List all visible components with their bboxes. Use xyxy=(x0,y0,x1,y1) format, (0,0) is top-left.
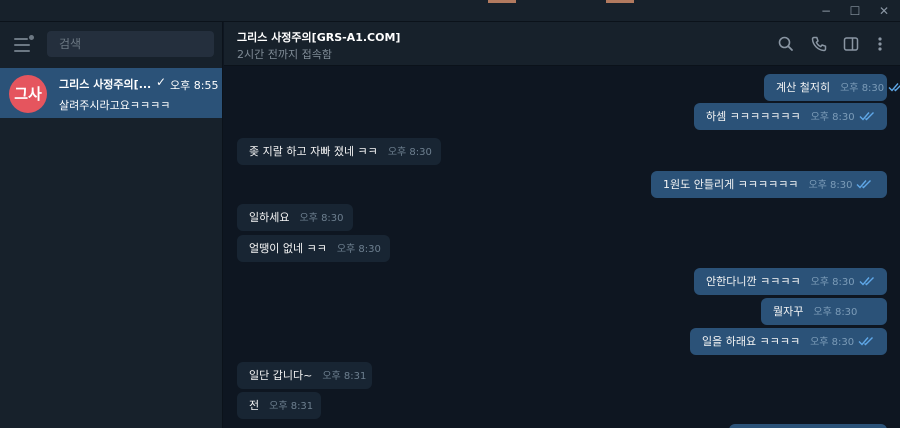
message-time: 오후 8:30 xyxy=(810,112,855,123)
read-receipt-icon xyxy=(856,180,872,189)
minimize-button[interactable]: − xyxy=(815,2,837,20)
message-text: 일하세요 xyxy=(249,211,290,224)
message-time: 오후 8:30 xyxy=(299,213,344,224)
message-time: 오후 8:30 xyxy=(336,244,381,255)
message-text: 일단 갑니다~ xyxy=(249,369,313,382)
message-text: 하셈 ㅋㅋㅋㅋㅋㅋㅋ xyxy=(706,110,801,123)
read-receipt-icon xyxy=(859,112,874,121)
read-receipt-icon xyxy=(858,337,874,346)
last-seen-status: 2시간 전까지 접속함 xyxy=(237,48,332,61)
message-bubble-outgoing[interactable]: 1원도 안틀리게 ㅋㅋㅋㅋㅋㅋ 오후 8:30 xyxy=(651,171,887,198)
message-time: 오후 8:30 xyxy=(808,180,853,191)
more-vertical-icon[interactable] xyxy=(870,34,890,54)
message-bubble-incoming[interactable]: 일단 갑니다~ 오후 8:31 xyxy=(237,362,372,389)
message-bubble-outgoing[interactable]: 일을 하래요 ㅋㅋㅋㅋ 오후 8:30 xyxy=(690,328,887,355)
message-time: 오후 8:30 xyxy=(810,337,855,348)
search-input[interactable] xyxy=(47,31,214,57)
message-bubble-incoming[interactable]: 전 오후 8:31 xyxy=(237,392,321,419)
window-title-bar: − ☐ ✕ xyxy=(0,0,900,22)
message-text: 뭘자꾸 xyxy=(773,305,804,318)
message-text: 계산 철저히 xyxy=(776,81,831,94)
title-bar-decoration xyxy=(488,0,634,3)
message-text: 1원도 안틀리게 ㅋㅋㅋㅋㅋㅋ xyxy=(663,178,799,191)
avatar: 그사 xyxy=(9,75,47,113)
message-text: 전 xyxy=(249,399,260,412)
sidebar-toggle-icon[interactable] xyxy=(841,34,861,54)
chat-title[interactable]: 그리스 사정주의[GRS-A1.COM] xyxy=(237,29,400,45)
message-bubble-outgoing[interactable]: 계산 철저히 오후 8:30 xyxy=(764,74,900,101)
message-time: 오후 8:30 xyxy=(387,147,432,158)
chat-time: 오후 8:55 xyxy=(170,79,219,92)
message-bubble-outgoing[interactable]: 하셈 ㅋㅋㅋㅋㅋㅋㅋ 오후 8:30 xyxy=(694,103,887,130)
chat-header: 그리스 사정주의[GRS-A1.COM] 2시간 전까지 접속함 xyxy=(224,22,900,66)
message-bubble-incoming[interactable]: 일하세요 오후 8:30 xyxy=(237,204,353,231)
message-time: 오후 8:30 xyxy=(813,307,858,318)
check-icon: ✓ xyxy=(156,75,167,89)
message-list[interactable]: 계산 철저히 오후 8:30 하셈 ㅋㅋㅋㅋㅋㅋㅋ 오후 8:30 좆 지랄 하고 … xyxy=(224,67,900,428)
message-time: 오후 8:30 xyxy=(810,277,855,288)
chat-list-item[interactable]: 그사 그리스 사정주의[... ✓ 오후 8:55 살려주시라고요ㅋㅋㅋㅋ xyxy=(0,68,222,118)
close-window-button[interactable]: ✕ xyxy=(873,2,895,20)
message-text: 일을 하래요 ㅋㅋㅋㅋ xyxy=(702,335,801,348)
message-time: 오후 8:31 xyxy=(322,371,367,382)
notification-dot xyxy=(29,35,34,40)
read-receipt-icon xyxy=(888,83,900,92)
chat-list-sidebar: 그사 그리스 사정주의[... ✓ 오후 8:55 살려주시라고요ㅋㅋㅋㅋ xyxy=(0,22,223,428)
message-bubble-outgoing[interactable]: 안한다니깐 ㅋㅋㅋㅋ 오후 8:30 xyxy=(694,268,887,295)
search-icon[interactable] xyxy=(776,34,796,54)
message-bubble-incoming[interactable]: 얼땡이 없네 ㅋㅋ 오후 8:30 xyxy=(237,235,390,262)
maximize-button[interactable]: ☐ xyxy=(844,2,866,20)
message-time: 오후 8:31 xyxy=(269,401,314,412)
read-receipt-icon xyxy=(859,277,874,286)
message-bubble-outgoing[interactable]: 뭘자꾸 오후 8:30 xyxy=(761,298,887,325)
message-time: 오후 8:30 xyxy=(840,83,885,94)
message-bubble-outgoing-partial[interactable] xyxy=(729,424,887,428)
message-text: 좆 지랄 하고 자빠 졌네 ㅋㅋ xyxy=(249,145,378,158)
message-text: 얼땡이 없네 ㅋㅋ xyxy=(249,242,327,255)
chat-preview: 살려주시라고요ㅋㅋㅋㅋ xyxy=(59,99,171,112)
message-text: 안한다니깐 ㅋㅋㅋㅋ xyxy=(706,275,801,288)
menu-icon[interactable] xyxy=(14,35,34,52)
chat-name: 그리스 사정주의[... xyxy=(59,78,152,91)
phone-icon[interactable] xyxy=(809,34,829,54)
message-bubble-incoming[interactable]: 좆 지랄 하고 자빠 졌네 ㅋㅋ 오후 8:30 xyxy=(237,138,441,165)
